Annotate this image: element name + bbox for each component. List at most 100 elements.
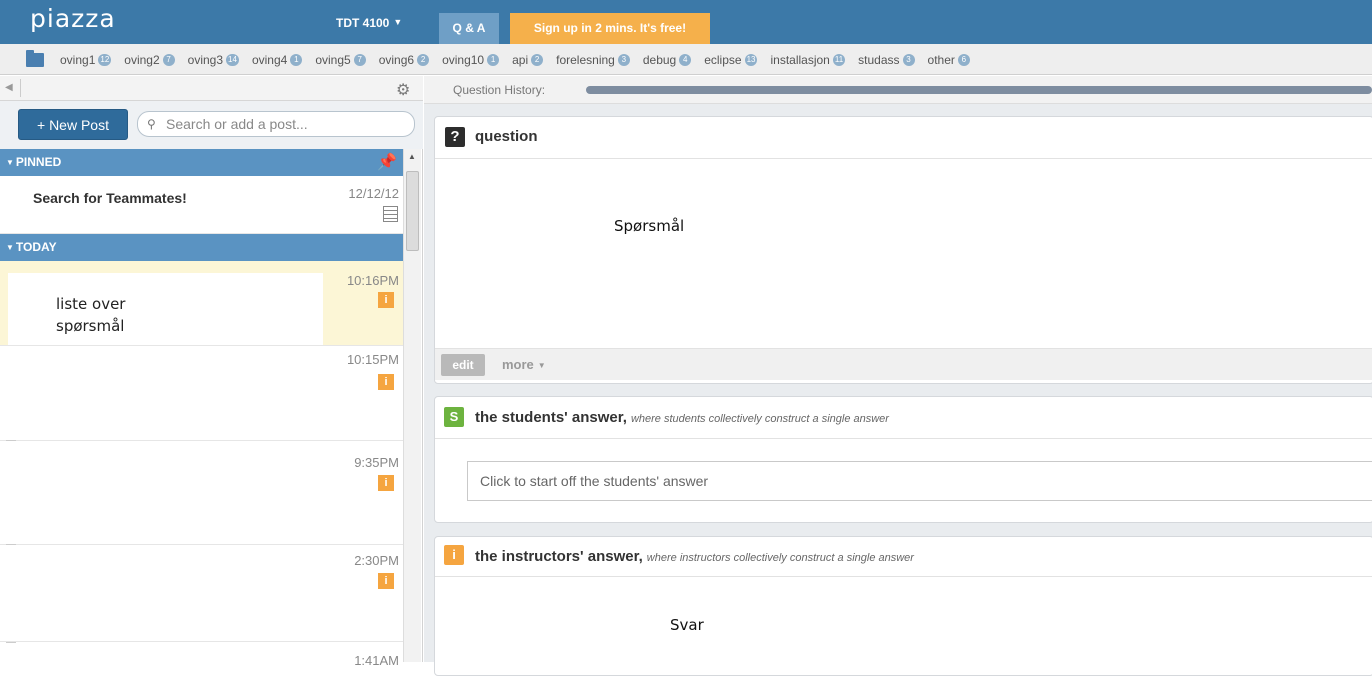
folder-label: debug <box>642 53 677 67</box>
question-card: ? question Spørsmål edit more ▼ <box>434 116 1372 384</box>
history-label: Question History: <box>453 83 546 97</box>
list-item[interactable]: liste over spørsmål 10:16PM i <box>0 261 403 346</box>
folder-label: oving4 <box>251 53 288 67</box>
folder-debug[interactable]: debug 4 <box>642 53 692 67</box>
folder-count-badge: 2 <box>531 54 544 66</box>
note-icon <box>383 206 398 222</box>
more-dropdown[interactable]: more ▼ <box>502 357 546 372</box>
instructor-icon: i <box>378 573 394 589</box>
folder-label: api <box>512 53 529 67</box>
instructors-answer-title: the instructors' answer, where instructor… <box>475 548 914 565</box>
pinned-section-header[interactable]: ▼ PINNED 📌 <box>0 149 403 176</box>
folder-count-badge: 11 <box>832 54 846 66</box>
list-item[interactable]: 1:41AM <box>0 642 403 682</box>
folder-label: oving6 <box>378 53 415 67</box>
folder-bar: oving1 12 oving2 7 oving3 14 oving4 1 oving5 7 ovi… <box>0 44 1372 75</box>
instructor-icon: i <box>378 292 394 308</box>
scroll-up-icon[interactable]: ▲ <box>408 152 416 161</box>
question-header: ? question <box>435 117 1372 159</box>
folder-count-badge: 13 <box>744 54 758 66</box>
post-list-scrollbar[interactable]: ▲ <box>403 149 421 662</box>
folder-eclipse[interactable]: eclipse 13 <box>704 53 758 67</box>
search-placeholder: Search or add a post... <box>166 116 308 132</box>
divider <box>20 79 21 97</box>
search-row: + New Post ⚲ Search or add a post... <box>0 101 423 149</box>
instructors-answer-header: i the instructors' answer, where instruct… <box>435 537 1372 577</box>
question-mark-icon: ? <box>445 127 465 147</box>
folder-label: eclipse <box>704 53 742 67</box>
piazza-logo[interactable]: piazza <box>30 4 116 33</box>
list-toolbar: ◀ ⚙ <box>0 76 423 101</box>
post-time: 9:35PM <box>354 455 399 470</box>
folder-oving6[interactable]: oving6 2 <box>378 53 430 67</box>
list-item[interactable]: 10:15PM i <box>0 346 403 441</box>
post-body: liste over spørsmål <box>56 295 126 335</box>
instructors-answer-subtitle: where instructors collectively construct… <box>646 552 914 564</box>
folder-installasjon[interactable]: installasjon 11 <box>770 53 846 67</box>
search-input[interactable]: ⚲ Search or add a post... <box>137 111 415 137</box>
folder-oving10[interactable]: oving10 1 <box>442 53 500 67</box>
folder-icon[interactable] <box>26 50 44 67</box>
instructors-answer-card: i the instructors' answer, where instruct… <box>434 536 1372 676</box>
post-list-pane: ◀ ⚙ + New Post ⚲ Search or add a post...… <box>0 76 423 668</box>
folder-count-badge: 2 <box>417 54 430 66</box>
instructor-icon: i <box>378 374 394 390</box>
folder-label: oving10 <box>442 53 485 67</box>
folder-other[interactable]: other 6 <box>928 53 970 67</box>
question-footer: edit more ▼ <box>435 348 1372 380</box>
folder-count-badge: 7 <box>353 54 366 66</box>
folder-count-badge: 1 <box>487 54 500 66</box>
post-time: 10:15PM <box>346 352 399 367</box>
new-post-button[interactable]: + New Post <box>18 109 128 140</box>
folder-oving1[interactable]: oving1 12 <box>60 53 112 67</box>
instructors-answer-body: Svar <box>670 616 704 634</box>
folder-studass[interactable]: studass 3 <box>858 53 915 67</box>
folder-count-badge: 14 <box>226 54 239 66</box>
folder-count-badge: 7 <box>162 54 175 66</box>
post-detail-pane: Question History: ? question Spørsmål ed… <box>424 76 1372 676</box>
scroll-thumb[interactable] <box>406 171 419 251</box>
folder-oving3[interactable]: oving3 14 <box>188 53 239 67</box>
folder-oving5[interactable]: oving5 7 <box>315 53 366 67</box>
post-time: 1:41AM <box>354 653 399 668</box>
course-selector[interactable]: TDT 4100 ▼ <box>336 16 402 30</box>
folder-label: studass <box>858 53 900 67</box>
gear-icon[interactable]: ⚙ <box>396 80 410 100</box>
folder-label: oving3 <box>187 53 224 67</box>
students-answer-input[interactable]: Click to start off the students' answer <box>467 461 1372 501</box>
today-section-header[interactable]: ▼ TODAY <box>0 234 403 261</box>
search-icon: ⚲ <box>147 117 156 131</box>
list-item[interactable]: Search for Teammates! 12/12/12 <box>0 176 403 234</box>
folder-count-badge: 6 <box>957 54 970 66</box>
post-title: Search for Teammates! <box>33 190 187 206</box>
list-item[interactable]: 9:35PM i <box>0 441 403 545</box>
folder-label: forelesning <box>556 53 615 67</box>
pin-icon: 📌 <box>377 154 397 171</box>
collapse-left-icon[interactable]: ◀ <box>5 82 13 93</box>
history-slider[interactable] <box>586 86 1372 94</box>
students-answer-card: S the students' answer, where students co… <box>434 396 1372 523</box>
folder-count-badge: 4 <box>679 54 692 66</box>
post-time: 2:30PM <box>354 553 399 568</box>
list-item[interactable]: 2:30PM i <box>0 545 403 642</box>
folder-forelesning[interactable]: forelesning 3 <box>556 53 630 67</box>
folder-label: oving2 <box>124 53 160 67</box>
question-title: question <box>475 128 538 145</box>
folder-oving2[interactable]: oving2 7 <box>124 53 175 67</box>
pinned-label: PINNED <box>15 155 62 169</box>
post-date: 12/12/12 <box>348 186 399 201</box>
folder-oving4[interactable]: oving4 1 <box>251 53 303 67</box>
edit-button[interactable]: edit <box>441 354 485 376</box>
folder-count-badge: 3 <box>902 54 915 66</box>
question-body: Spørsmål <box>614 217 685 235</box>
post-time: 10:16PM <box>346 273 399 288</box>
folder-api[interactable]: api 2 <box>512 53 544 67</box>
students-answer-title: the students' answer, where students coll… <box>475 409 889 426</box>
course-name: TDT 4100 <box>336 16 390 30</box>
folder-count-badge: 3 <box>617 54 630 66</box>
signup-button[interactable]: Sign up in 2 mins. It's free! <box>510 13 710 44</box>
tab-qa[interactable]: Q & A <box>439 13 499 44</box>
chevron-down-icon: ▼ <box>537 361 546 370</box>
students-answer-subtitle: where students collectively construct a … <box>630 413 889 425</box>
folder-count-badge: 12 <box>98 54 112 66</box>
